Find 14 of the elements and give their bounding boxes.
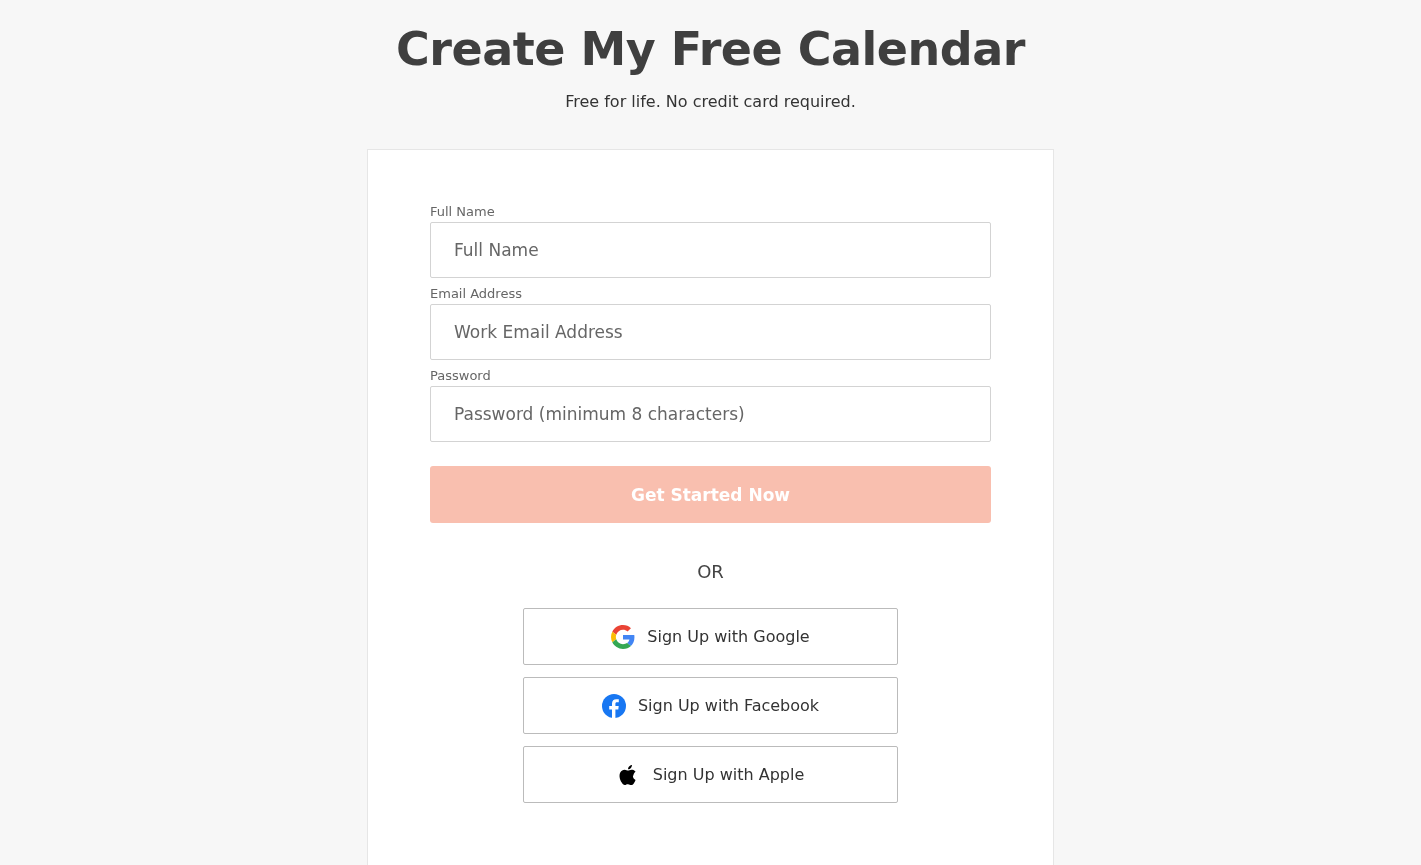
- page-title: Create My Free Calendar: [396, 22, 1025, 76]
- google-g-icon: [611, 624, 636, 649]
- field-label: Full Name: [430, 204, 496, 219]
- field-label: Password: [430, 368, 492, 383]
- social-signup-button[interactable]: Sign Up with Apple: [523, 746, 898, 803]
- input-field[interactable]: Full Name: [430, 222, 991, 278]
- field-label: Email Address: [430, 286, 523, 301]
- social-signup-button[interactable]: Sign Up with Facebook: [523, 677, 898, 734]
- page-subtitle: Free for life. No credit card required.: [565, 92, 856, 111]
- facebook-f-icon: [601, 693, 626, 718]
- input-field[interactable]: Work Email Address: [430, 304, 991, 360]
- social-signup-button[interactable]: Sign Up with Google: [523, 608, 898, 665]
- input-field[interactable]: Password (minimum 8 characters): [430, 386, 991, 442]
- or-divider-text: OR: [696, 561, 725, 582]
